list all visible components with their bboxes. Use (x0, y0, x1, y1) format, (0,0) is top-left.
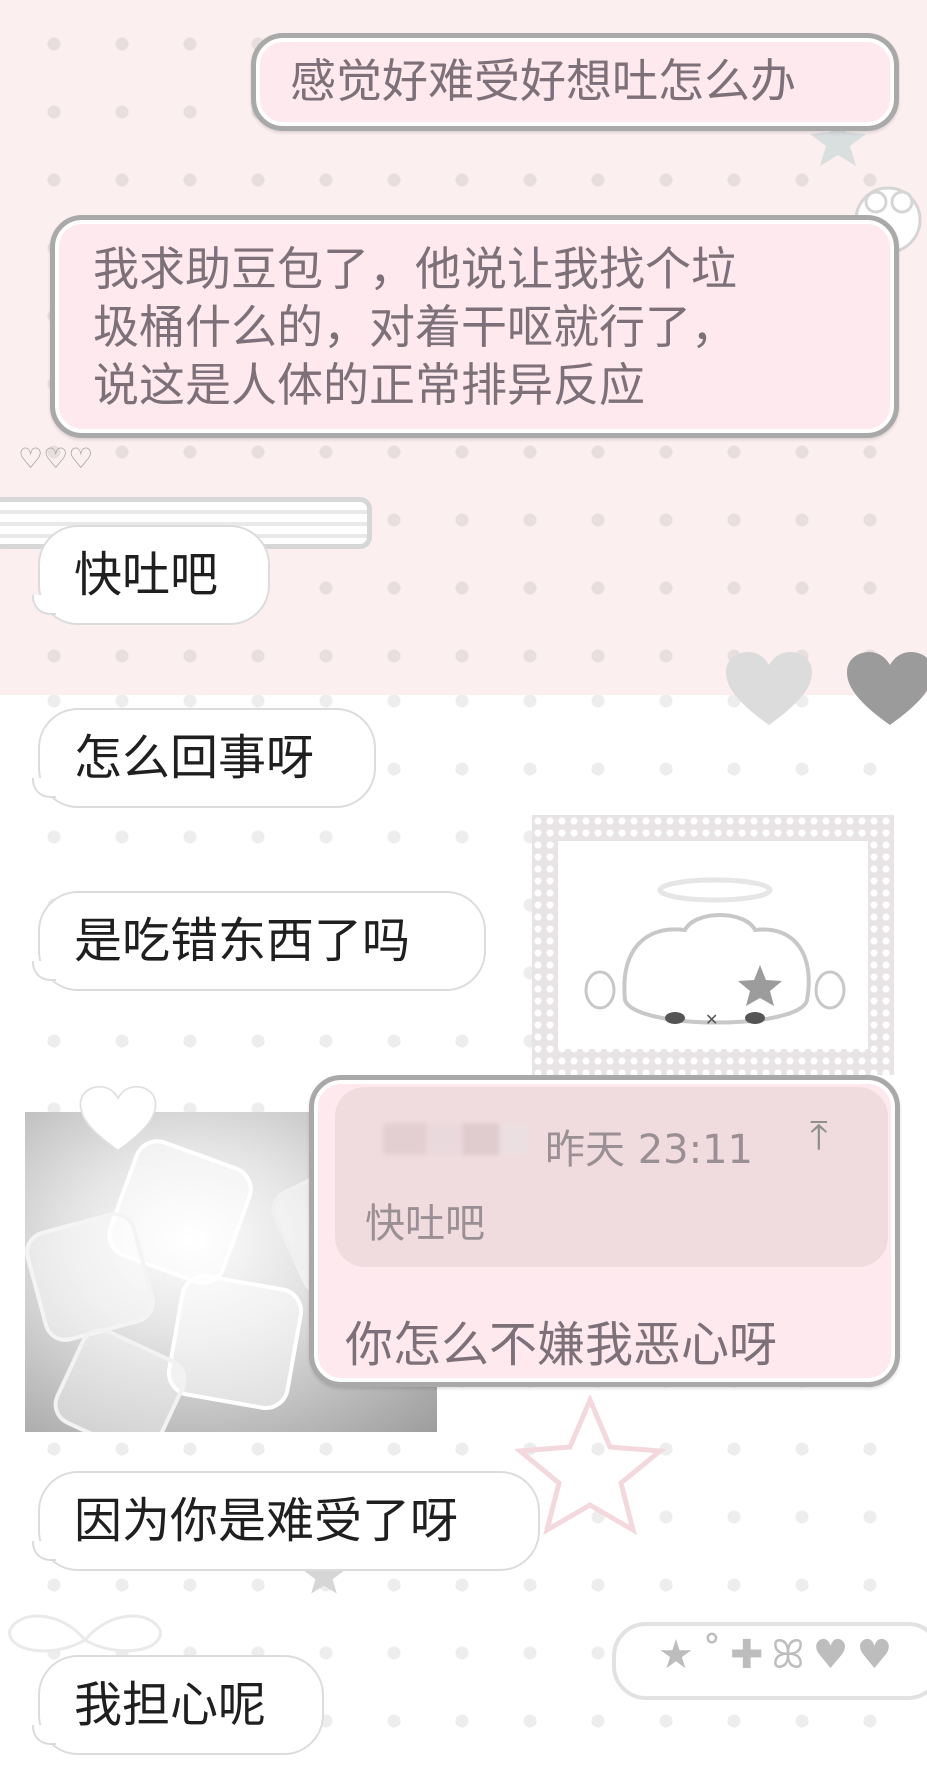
heart-decor-icon (726, 652, 812, 725)
sticker-bar-decor: ★˚✚ꕤ♥♥ (612, 1622, 927, 1700)
quoted-timestamp: 昨天 23:11 (545, 1127, 753, 1173)
message-bubble-incoming[interactable]: 我担心呢 (32, 1655, 324, 1755)
message-bubble-outgoing[interactable]: 感觉好难受好想吐怎么办 (251, 33, 899, 131)
message-bubble-incoming[interactable]: 因为你是难受了呀 (32, 1471, 540, 1571)
message-bubble-outgoing[interactable]: 我求助豆包了，他说让我找个垃 圾桶什么的，对着干呕就行了， 说这是人体的正常排异… (50, 215, 899, 438)
message-text: 我担心呢 (74, 1677, 267, 1733)
message-text: 你怎么不嫌我恶心呀 (345, 1317, 778, 1373)
small-hearts-icon: ♡♡♡ (18, 442, 94, 475)
quoted-message[interactable]: 昨天 23:11 ⤒ 快吐吧 (335, 1087, 888, 1267)
message-text-line: 圾桶什么的，对着干呕就行了， (93, 300, 737, 354)
heart-dark-decor-icon (847, 652, 927, 725)
message-bubble-incoming[interactable]: 怎么回事呀 (32, 708, 376, 808)
message-text: 怎么回事呀 (74, 730, 315, 786)
message-text-line: 我求助豆包了，他说让我找个垃 (93, 242, 737, 296)
svg-text:✕: ✕ (705, 1010, 718, 1029)
message-text: 因为你是难受了呀 (74, 1493, 459, 1549)
message-bubble-incoming[interactable]: 是吃错东西了吗 (32, 891, 486, 991)
sticker-icons: ★˚✚ꕤ♥♥ (658, 1632, 901, 1678)
quoted-sender-name-blurred (383, 1123, 528, 1155)
heart-white-decor-icon (79, 1085, 157, 1152)
quoted-text: 快吐吧 (365, 1201, 485, 1247)
message-bubble-incoming[interactable]: 快吐吧 (32, 525, 270, 625)
angel-bunny-icon: ✕ (584, 877, 846, 1029)
message-text: 感觉好难受好想吐怎么办 (290, 54, 796, 108)
message-text: 是吃错东西了吗 (74, 913, 411, 969)
jump-to-quote-icon[interactable]: ⤒ (810, 1113, 828, 1159)
message-text: 快吐吧 (74, 547, 219, 603)
message-text-line: 说这是人体的正常排异反应 (93, 358, 645, 412)
